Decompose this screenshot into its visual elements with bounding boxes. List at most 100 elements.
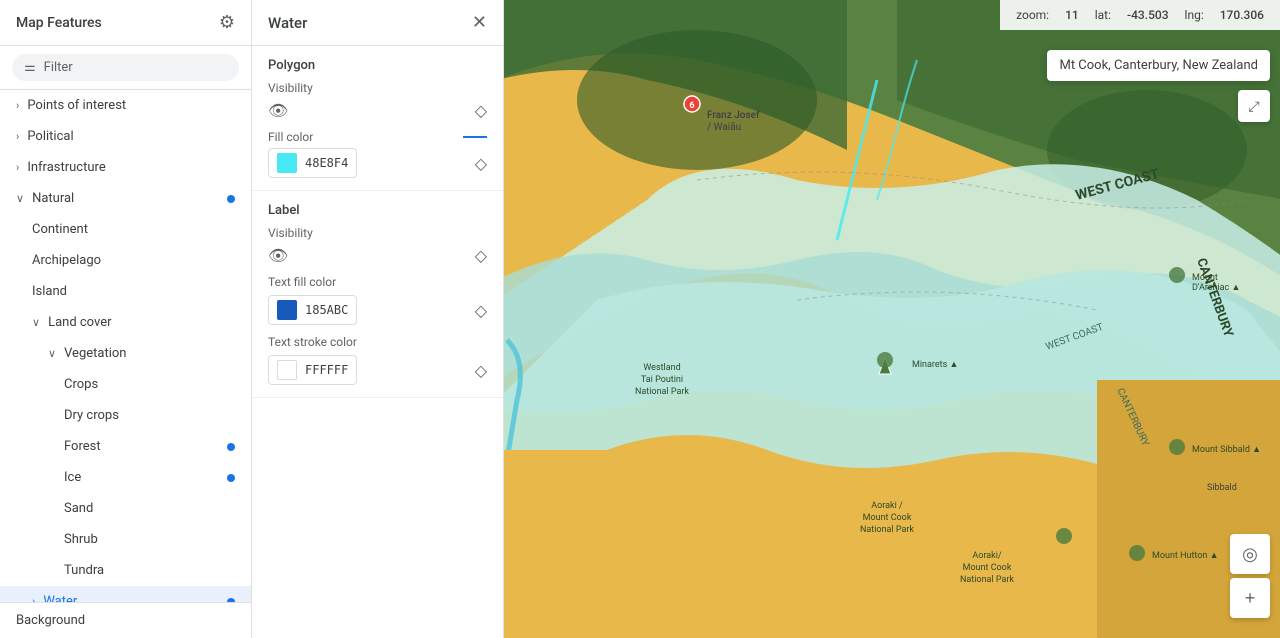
sidebar-item-label: Archipelago [32, 253, 101, 268]
text-fill-value: 185ABC [305, 303, 348, 317]
chevron-right-icon: › [16, 99, 19, 112]
map-svg: 6 Franz Josef / Waiāu WEST COAST CANTERB… [504, 0, 1280, 638]
eye-icon[interactable]: 👁 [268, 101, 288, 120]
sidebar-footer[interactable]: Background [0, 602, 251, 638]
sidebar-item-label: Forest [64, 439, 101, 454]
svg-text:Sibbald: Sibbald [1207, 483, 1237, 493]
location-button[interactable]: ◎ [1230, 534, 1270, 574]
sidebar-item-land-cover[interactable]: ∨ Land cover [0, 307, 251, 338]
label-visibility-label: Visibility [268, 226, 487, 240]
detail-panel: Water ✕ Polygon Visibility 👁 ◇ Fill colo… [252, 0, 504, 638]
sidebar-item-label: Vegetation [64, 346, 126, 361]
svg-text:Mount Sibbald ▲: Mount Sibbald ▲ [1192, 445, 1261, 455]
plus-icon: + [1245, 588, 1256, 609]
filter-input-container[interactable]: ⚌ Filter [12, 54, 239, 81]
text-stroke-diamond-icon[interactable]: ◇ [475, 361, 487, 380]
chevron-right-icon: › [16, 161, 19, 174]
sidebar-item-water[interactable]: › Water [0, 586, 251, 602]
zoom-value: 11 [1065, 8, 1079, 22]
sidebar-item-political[interactable]: › Political [0, 121, 251, 152]
zoom-in-button[interactable]: + [1230, 578, 1270, 618]
visibility-label: Visibility [268, 81, 487, 95]
sidebar-item-forest[interactable]: Forest [0, 431, 251, 462]
fill-color-swatch-container[interactable]: 48E8F4 [268, 148, 357, 178]
fill-color-label: Fill color [268, 130, 313, 144]
fill-color-divider [463, 136, 487, 138]
fullscreen-icon: ⤢ [1248, 98, 1259, 115]
status-dot [227, 443, 235, 451]
label-eye-icon[interactable]: 👁 [268, 246, 288, 265]
fill-color-diamond-icon[interactable]: ◇ [475, 154, 487, 173]
svg-text:Minarets ▲: Minarets ▲ [912, 360, 958, 370]
background-item-label: Background [16, 613, 85, 628]
sidebar-item-label: Continent [32, 222, 88, 237]
zoom-label: zoom: [1016, 8, 1049, 22]
svg-text:National Park: National Park [860, 525, 914, 535]
detail-header: Water ✕ [252, 0, 503, 46]
fill-color-row: 48E8F4 ◇ [268, 148, 487, 178]
location-tooltip: Mt Cook, Canterbury, New Zealand [1047, 50, 1270, 81]
sidebar-item-dry-crops[interactable]: Dry crops [0, 400, 251, 431]
text-stroke-swatch-container[interactable]: FFFFFF [268, 355, 357, 385]
filter-label: Filter [44, 60, 73, 75]
sidebar-item-label: Natural [32, 191, 74, 206]
chevron-down-icon: ∨ [32, 316, 40, 329]
close-button[interactable]: ✕ [472, 12, 487, 33]
sidebar-item-label: Crops [64, 377, 98, 392]
text-stroke-value: FFFFFF [305, 363, 348, 377]
diamond-icon[interactable]: ◇ [475, 101, 487, 120]
svg-text:D'Archiac ▲: D'Archiac ▲ [1192, 283, 1240, 293]
sidebar-item-label: Land cover [48, 315, 111, 330]
lat-value: -43.503 [1127, 8, 1169, 22]
sidebar-item-shrub[interactable]: Shrub [0, 524, 251, 555]
sidebar-title: Map Features [16, 15, 102, 31]
sidebar-item-infrastructure[interactable]: › Infrastructure [0, 152, 251, 183]
sidebar-item-label: Water [43, 594, 77, 602]
label-section: Label Visibility 👁 ◇ Text fill color 185… [252, 191, 503, 398]
chevron-down-icon: ∨ [16, 192, 24, 205]
sidebar-item-crops[interactable]: Crops [0, 369, 251, 400]
gear-icon[interactable]: ⚙ [219, 12, 235, 33]
svg-text:National Park: National Park [635, 387, 689, 397]
svg-text:Franz Josef: Franz Josef [707, 110, 760, 121]
chevron-right-icon: › [16, 130, 19, 143]
svg-text:6: 6 [689, 101, 694, 111]
sidebar-item-ice[interactable]: Ice [0, 462, 251, 493]
text-fill-label: Text fill color [268, 275, 487, 289]
detail-title: Water [268, 14, 307, 32]
sidebar-item-points-of-interest[interactable]: › Points of interest [0, 90, 251, 121]
svg-text:Mount Hutton ▲: Mount Hutton ▲ [1152, 551, 1219, 561]
svg-text:Tai Poutini: Tai Poutini [641, 375, 683, 385]
text-fill-swatch-container[interactable]: 185ABC [268, 295, 357, 325]
sidebar-item-natural[interactable]: ∨ Natural [0, 183, 251, 214]
location-tooltip-text: Mt Cook, Canterbury, New Zealand [1059, 58, 1258, 73]
sidebar-item-island[interactable]: Island [0, 276, 251, 307]
svg-text:Westland: Westland [643, 363, 680, 373]
sidebar-item-label: Dry crops [64, 408, 119, 423]
svg-text:Mount Cook: Mount Cook [863, 513, 912, 523]
text-stroke-row: FFFFFF ◇ [268, 355, 487, 385]
fill-color-value: 48E8F4 [305, 156, 348, 170]
status-dot [227, 474, 235, 482]
sidebar-item-vegetation[interactable]: ∨ Vegetation [0, 338, 251, 369]
sidebar-item-tundra[interactable]: Tundra [0, 555, 251, 586]
text-fill-diamond-icon[interactable]: ◇ [475, 301, 487, 320]
sidebar-item-sand[interactable]: Sand [0, 493, 251, 524]
fill-color-swatch [277, 153, 297, 173]
sidebar: Map Features ⚙ ⚌ Filter › Points of inte… [0, 0, 252, 638]
filter-bar: ⚌ Filter [0, 46, 251, 90]
map-header-bar: zoom: 11 lat: -43.503 lng: 170.306 [1000, 0, 1280, 30]
sidebar-item-archipelago[interactable]: Archipelago [0, 245, 251, 276]
map-area[interactable]: zoom: 11 lat: -43.503 lng: 170.306 [504, 0, 1280, 638]
sidebar-item-continent[interactable]: Continent [0, 214, 251, 245]
fullscreen-button[interactable]: ⤢ [1238, 90, 1270, 122]
text-fill-row: 185ABC ◇ [268, 295, 487, 325]
status-dot [227, 598, 235, 603]
label-visibility-diamond-icon[interactable]: ◇ [475, 246, 487, 265]
lng-label: lng: [1185, 8, 1204, 22]
text-stroke-swatch [277, 360, 297, 380]
text-stroke-label: Text stroke color [268, 335, 487, 349]
text-fill-swatch [277, 300, 297, 320]
sidebar-header: Map Features ⚙ [0, 0, 251, 46]
svg-text:/ Waiāu: / Waiāu [707, 122, 741, 133]
